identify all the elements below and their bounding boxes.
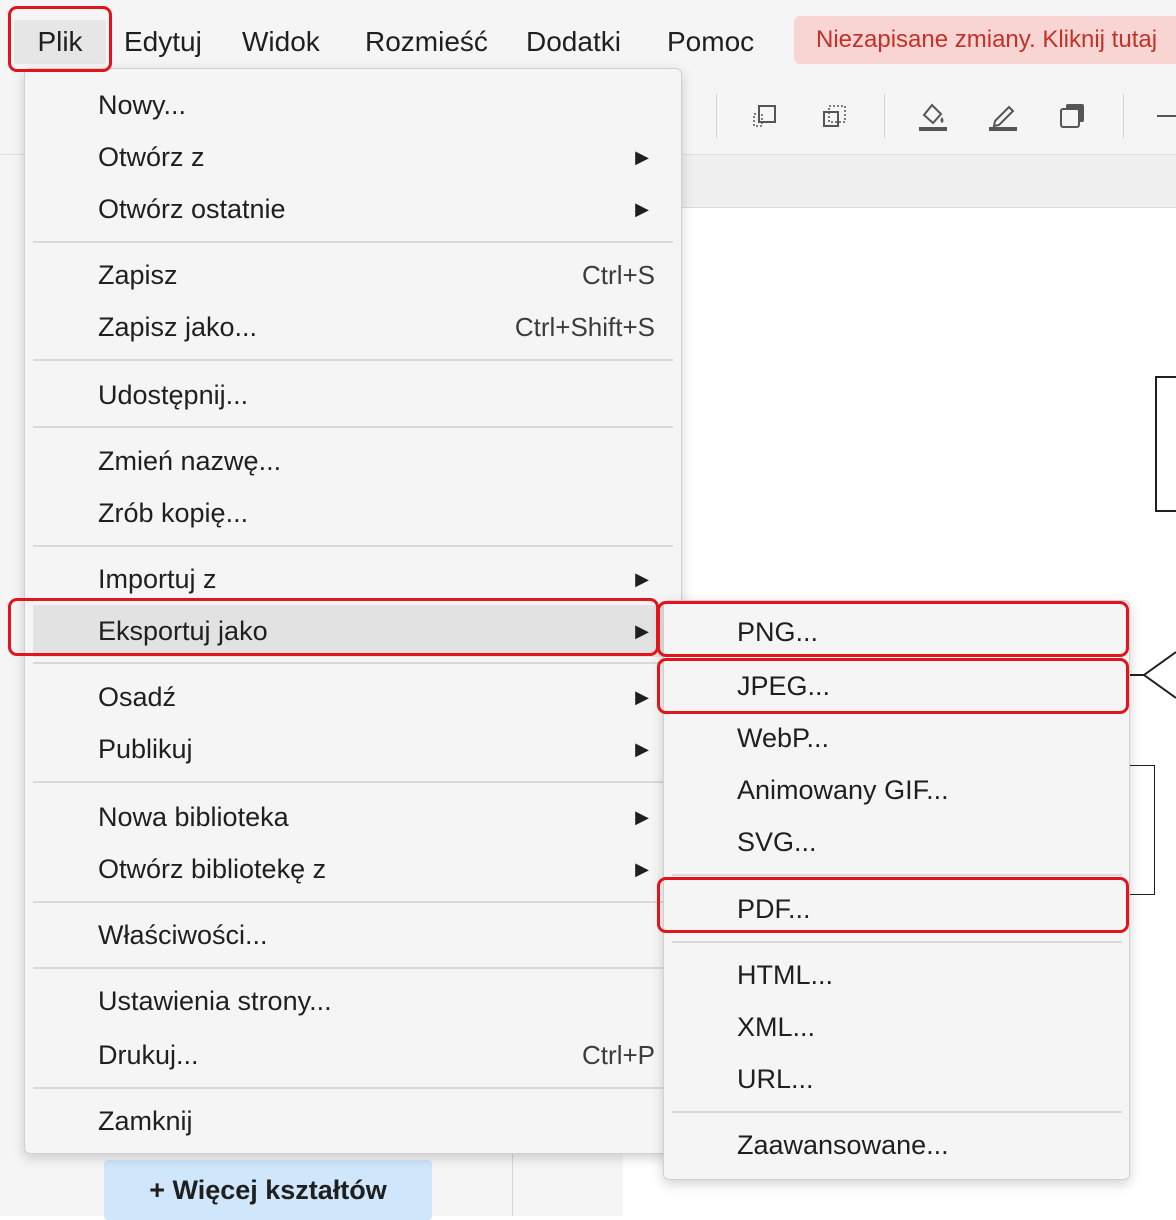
menu-item-label: Drukuj... <box>98 1040 199 1070</box>
export-advanced[interactable]: Zaawansowane... <box>669 1119 1124 1171</box>
menu-rozmiesc[interactable]: Rozmieść <box>365 20 488 64</box>
menu-separator <box>672 941 1122 943</box>
menu-item-close[interactable]: Zamknij <box>33 1095 679 1147</box>
menu-item-label: Osadź <box>98 682 177 712</box>
submenu-arrow-icon: ▶ <box>635 621 649 641</box>
submenu-arrow-icon: ▶ <box>635 569 649 589</box>
menu-item-new[interactable]: Nowy... <box>33 79 679 131</box>
menu-item-label: Publikuj <box>98 734 193 764</box>
menu-item-save-as[interactable]: Zapisz jako... Ctrl+Shift+S <box>33 301 679 353</box>
diagram-connector[interactable] <box>1130 640 1176 710</box>
menu-separator <box>33 426 673 428</box>
submenu-arrow-icon: ▶ <box>635 687 649 707</box>
menu-item-save[interactable]: Zapisz Ctrl+S <box>33 249 679 301</box>
export-xml[interactable]: XML... <box>669 1001 1124 1053</box>
export-png[interactable]: PNG... <box>669 606 1124 658</box>
menu-item-make-copy[interactable]: Zrób kopię... <box>33 487 679 539</box>
to-front-icon[interactable] <box>745 96 785 136</box>
menu-separator <box>33 545 673 547</box>
menu-item-share[interactable]: Udostępnij... <box>33 369 679 421</box>
menu-item-page-setup[interactable]: Ustawienia strony... <box>33 975 679 1027</box>
menu-item-print[interactable]: Drukuj... Ctrl+P <box>33 1029 679 1081</box>
export-animated-gif[interactable]: Animowany GIF... <box>669 764 1124 816</box>
more-shapes-button[interactable]: + Więcej kształtów <box>104 1160 432 1220</box>
menu-item-label: Zrób kopię... <box>98 498 249 528</box>
menu-item-rename[interactable]: Zmień nazwę... <box>33 435 679 487</box>
submenu-arrow-icon: ▶ <box>635 199 649 219</box>
menu-item-label: Nowy... <box>98 90 187 120</box>
shortcut-label: Ctrl+Shift+S <box>514 312 655 342</box>
menu-widok[interactable]: Widok <box>242 20 320 64</box>
menu-separator <box>672 1111 1122 1113</box>
menu-item-properties[interactable]: Właściwości... <box>33 909 679 961</box>
shadow-icon[interactable] <box>1053 96 1093 136</box>
menu-dodatki[interactable]: Dodatki <box>526 20 621 64</box>
menu-separator <box>33 781 673 783</box>
menu-item-label: Otwórz bibliotekę z <box>98 854 327 884</box>
menu-edytuj[interactable]: Edytuj <box>124 20 202 64</box>
menu-item-label: Właściwości... <box>98 920 268 950</box>
export-url[interactable]: URL... <box>669 1053 1124 1105</box>
line-icon[interactable] <box>1146 96 1176 136</box>
menu-item-embed[interactable]: Osadź ▶ <box>33 671 679 723</box>
submenu-arrow-icon: ▶ <box>635 739 649 759</box>
menu-separator <box>33 901 673 903</box>
menu-item-open-recent[interactable]: Otwórz ostatnie ▶ <box>33 183 679 235</box>
export-html[interactable]: HTML... <box>669 949 1124 1001</box>
menu-item-export-as[interactable]: Eksportuj jako ▶ <box>33 605 679 657</box>
submenu-arrow-icon: ▶ <box>635 859 649 879</box>
toolbar-separator <box>884 94 885 138</box>
menu-item-label: Zapisz jako... <box>98 312 258 342</box>
menu-item-publish[interactable]: Publikuj ▶ <box>33 723 679 775</box>
shortcut-label: Ctrl+P <box>582 1040 655 1070</box>
menu-item-label: Zamknij <box>98 1106 193 1136</box>
menu-item-open-library-from[interactable]: Otwórz bibliotekę z ▶ <box>33 843 679 895</box>
menu-item-import-from[interactable]: Importuj z ▶ <box>33 553 679 605</box>
menu-separator <box>33 967 673 969</box>
export-svg[interactable]: SVG... <box>669 816 1124 868</box>
export-submenu: PNG... JPEG... WebP... Animowany GIF... … <box>663 600 1130 1180</box>
menu-pomoc[interactable]: Pomoc <box>667 20 754 64</box>
menu-separator <box>33 241 673 243</box>
menu-item-open-from[interactable]: Otwórz z ▶ <box>33 131 679 183</box>
menu-item-label: Importuj z <box>98 564 217 594</box>
file-menu: Nowy... Otwórz z ▶ Otwórz ostatnie ▶ Zapis… <box>24 68 682 1154</box>
shortcut-label: Ctrl+S <box>582 260 655 290</box>
menu-separator <box>672 874 1122 876</box>
to-back-icon[interactable] <box>815 96 855 136</box>
fill-color-icon[interactable] <box>913 96 953 136</box>
export-webp[interactable]: WebP... <box>669 712 1124 764</box>
line-color-icon[interactable] <box>983 96 1023 136</box>
toolbar-separator <box>1123 94 1124 138</box>
menu-plik[interactable]: Plik <box>14 20 106 64</box>
menu-separator <box>33 359 673 361</box>
menu-item-label: Nowa biblioteka <box>98 802 289 832</box>
submenu-arrow-icon: ▶ <box>635 147 649 167</box>
unsaved-changes-banner[interactable]: Niezapisane zmiany. Kliknij tutaj <box>794 16 1176 64</box>
menu-separator <box>33 1087 673 1089</box>
menu-item-label: Ustawienia strony... <box>98 986 332 1016</box>
menu-item-label: Udostępnij... <box>98 380 249 410</box>
diagram-shape[interactable] <box>1155 376 1176 512</box>
menu-item-label: Otwórz ostatnie <box>98 194 286 224</box>
menu-separator <box>33 662 673 664</box>
submenu-arrow-icon: ▶ <box>635 807 649 827</box>
export-pdf[interactable]: PDF... <box>669 883 1124 935</box>
menu-item-label: Otwórz z <box>98 142 205 172</box>
menu-item-new-library[interactable]: Nowa biblioteka ▶ <box>33 791 679 843</box>
menu-item-label: Eksportuj jako <box>98 616 268 646</box>
menu-item-label: Zmień nazwę... <box>98 446 282 476</box>
toolbar-separator <box>716 94 717 138</box>
diagram-shape[interactable] <box>1128 765 1155 895</box>
menu-item-label: Zapisz <box>98 260 178 290</box>
export-jpeg[interactable]: JPEG... <box>669 660 1124 712</box>
